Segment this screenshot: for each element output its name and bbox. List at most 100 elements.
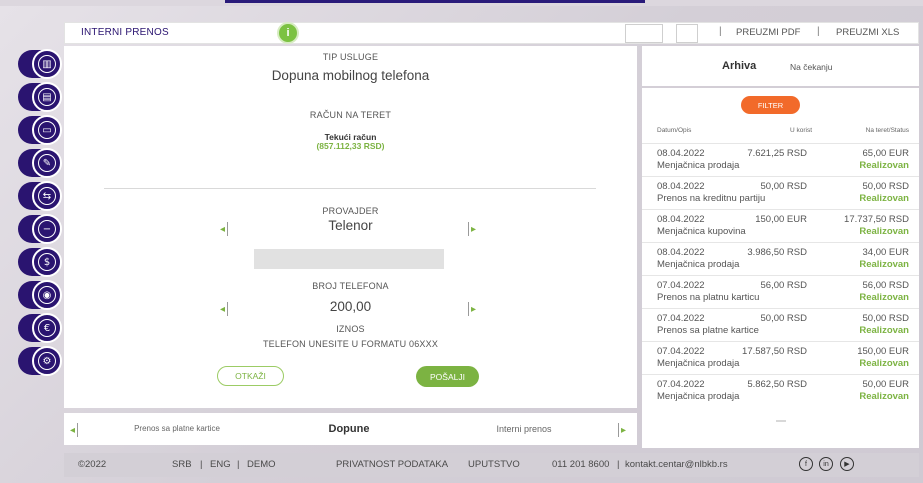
sidebar-item-transfers[interactable]: ⇆	[18, 181, 62, 211]
chevron-left-icon: ◂	[220, 223, 226, 235]
row-status: Realizovan	[859, 325, 909, 336]
settings-icon: ⚙	[38, 352, 56, 370]
chevron-left-icon: ◂	[70, 424, 76, 436]
linkedin-icon[interactable]: in	[819, 457, 833, 471]
date-to-field[interactable]	[676, 24, 698, 43]
account-balance: (857.112,33 RSD)	[316, 141, 385, 151]
row-date: 08.04.2022	[657, 214, 705, 225]
row-date: 08.04.2022	[657, 148, 705, 159]
sidebar-item-loans[interactable]: −	[18, 214, 62, 244]
header-separator: |	[817, 26, 820, 37]
facebook-icon[interactable]: f	[799, 457, 813, 471]
row-credit: 17.587,50 RSD	[742, 346, 807, 357]
row-description: Prenos sa platne kartice	[657, 325, 759, 336]
row-credit: 150,00 EUR	[755, 214, 807, 225]
phone-format-hint: TELEFON UNESITE U FORMATU 06XXX	[262, 339, 439, 349]
download-pdf-link[interactable]: PREUZMI PDF	[736, 27, 800, 38]
table-row[interactable]: 08.04.2022 7.621,25 RSD 65,00 EUR Menjač…	[642, 143, 919, 176]
sidebar-item-cards[interactable]: ▭	[18, 115, 62, 145]
download-xls-link[interactable]: PREUZMI XLS	[836, 27, 899, 38]
row-credit: 5.862,50 RSD	[747, 379, 807, 390]
row-credit: 50,00 RSD	[760, 313, 807, 324]
sidebar-item-locations[interactable]: ◉	[18, 280, 62, 310]
scroll-indicator[interactable]	[776, 420, 786, 422]
col-header-credit: U korist	[790, 127, 813, 134]
send-button[interactable]: POŠALJI	[416, 366, 479, 387]
sidebar-item-documents[interactable]: ▤	[18, 82, 62, 112]
row-credit: 56,00 RSD	[760, 280, 807, 291]
carousel-item-next[interactable]: Interni prenos	[479, 413, 569, 445]
amount-label: IZNOS	[336, 324, 365, 334]
lang-srb-link[interactable]: SRB	[172, 459, 192, 470]
amount-value: 200,00	[329, 299, 372, 314]
documents-icon: ▤	[38, 88, 56, 106]
demo-link[interactable]: DEMO	[247, 459, 276, 470]
table-row[interactable]: 07.04.2022 50,00 RSD 50,00 RSD Prenos sa…	[642, 308, 919, 341]
row-date: 07.04.2022	[657, 280, 705, 291]
email-link[interactable]: kontakt.centar@nlbkb.rs	[625, 459, 728, 470]
table-row[interactable]: 08.04.2022 150,00 EUR 17.737,50 RSD Menj…	[642, 209, 919, 242]
lang-eng-link[interactable]: ENG	[210, 459, 231, 470]
info-icon[interactable]: i	[277, 22, 299, 44]
transfer-icon: ⇆	[38, 187, 56, 205]
sidebar-item-exchange[interactable]: $	[18, 247, 62, 277]
amount-next-button[interactable]: ▸	[466, 302, 476, 316]
page-title: INTERNI PRENOS	[81, 27, 169, 38]
sidebar-item-settings[interactable]: ⚙	[18, 346, 62, 376]
chart-icon: ▥	[38, 55, 56, 73]
privacy-link[interactable]: PRIVATNOST PODATAKA	[336, 459, 448, 470]
tab-pending[interactable]: Na čekanju	[790, 62, 833, 72]
sidebar-item-orders[interactable]: ✎	[18, 148, 62, 178]
topup-form: TIP USLUGE Dopuna mobilnog telefona RAČU…	[64, 46, 637, 408]
table-row[interactable]: 07.04.2022 56,00 RSD 56,00 RSD Prenos na…	[642, 275, 919, 308]
dollar-icon: $	[38, 253, 56, 271]
instructions-link[interactable]: UPUTSTVO	[468, 459, 520, 470]
top-accent-line	[225, 0, 645, 3]
row-status: Realizovan	[859, 292, 909, 303]
tab-archive[interactable]: Arhiva	[722, 60, 756, 72]
carousel-item-prev[interactable]: Prenos sa platne kartice	[129, 413, 225, 445]
col-header-debit: Na teret/Status	[865, 127, 909, 134]
row-status: Realizovan	[859, 391, 909, 402]
carousel-prev-button[interactable]: ◂	[70, 423, 80, 437]
copyright: ©2022	[78, 459, 107, 470]
date-from-field[interactable]	[625, 24, 663, 43]
carousel-item-current[interactable]: Dopune	[304, 413, 394, 445]
filter-button[interactable]: FILTER	[741, 96, 800, 114]
provider-label: PROVAJDER	[322, 206, 379, 216]
provider-prev-button[interactable]: ◂	[220, 222, 230, 236]
amount-prev-button[interactable]: ◂	[220, 302, 230, 316]
phone-number: 011 201 8600	[552, 459, 610, 470]
cancel-button[interactable]: OTKAŽI	[217, 366, 284, 386]
youtube-icon[interactable]: ▶	[840, 457, 854, 471]
row-debit: 34,00 EUR	[862, 247, 909, 258]
minus-icon: −	[38, 220, 56, 238]
footer-separator: |	[617, 459, 620, 470]
service-type-value[interactable]: Dopuna mobilnog telefona	[64, 68, 637, 83]
table-row[interactable]: 07.04.2022 5.862,50 RSD 50,00 EUR Menjač…	[642, 374, 919, 407]
provider-next-button[interactable]: ▸	[466, 222, 476, 236]
row-description: Menjačnica prodaja	[657, 259, 740, 270]
phone-number-label: BROJ TELEFONA	[312, 281, 389, 291]
col-header-date: Datum/Opis	[657, 127, 692, 134]
sidebar-item-currency[interactable]: €	[18, 313, 62, 343]
row-debit: 50,00 RSD	[862, 313, 909, 324]
header-bar: INTERNI PRENOS i | PREUZMI PDF | PREUZMI…	[64, 22, 919, 44]
row-status: Realizovan	[859, 226, 909, 237]
row-status: Realizovan	[859, 193, 909, 204]
carousel-next-button[interactable]: ▸	[616, 423, 626, 437]
chevron-right-icon: ▸	[471, 223, 477, 235]
location-icon: ◉	[38, 286, 56, 304]
row-debit: 150,00 EUR	[857, 346, 909, 357]
sidebar-item-accounts[interactable]: ▥	[18, 49, 62, 79]
row-description: Menjačnica prodaja	[657, 160, 740, 171]
phone-number-input[interactable]	[254, 249, 444, 269]
provider-value: Telenor	[328, 218, 373, 233]
table-row[interactable]: 08.04.2022 3.986,50 RSD 34,00 EUR Menjač…	[642, 242, 919, 275]
row-description: Menjačnica prodaja	[657, 358, 740, 369]
row-credit: 7.621,25 RSD	[747, 148, 807, 159]
service-type-label: TIP USLUGE	[322, 52, 379, 62]
row-date: 08.04.2022	[657, 247, 705, 258]
table-row[interactable]: 08.04.2022 50,00 RSD 50,00 RSD Prenos na…	[642, 176, 919, 209]
table-row[interactable]: 07.04.2022 17.587,50 RSD 150,00 EUR Menj…	[642, 341, 919, 374]
